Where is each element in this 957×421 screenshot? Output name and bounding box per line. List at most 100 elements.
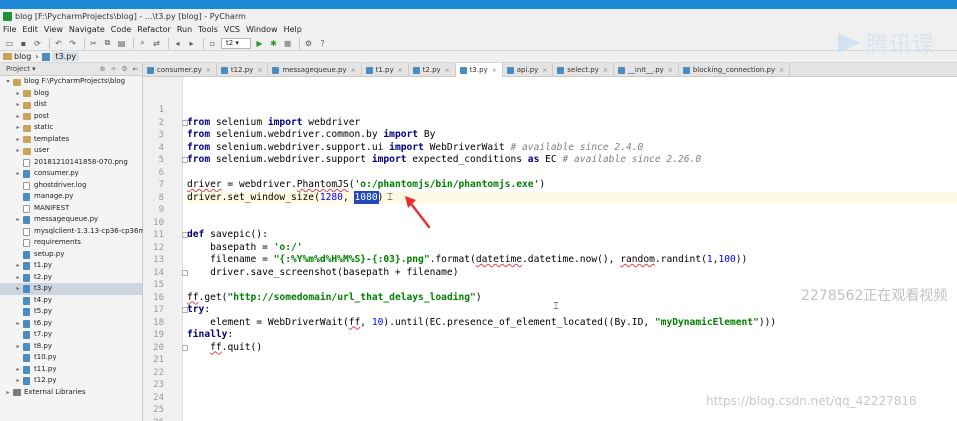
tree-item[interactable]: t7.py xyxy=(0,329,142,341)
menu-navigate[interactable]: Navigate xyxy=(69,25,105,34)
editor-tab[interactable]: __init__.py × xyxy=(614,63,679,77)
redo-icon[interactable]: ↷ xyxy=(67,38,78,49)
close-tab-icon[interactable]: × xyxy=(779,67,784,74)
sync-icon[interactable]: ⟳ xyxy=(32,38,43,49)
close-tab-icon[interactable]: × xyxy=(542,67,547,74)
chevron-down-icon[interactable]: ▾ xyxy=(4,76,12,88)
tree-item[interactable]: ▸ consumer.py xyxy=(0,168,142,180)
menu-vcs[interactable]: VCS xyxy=(224,25,240,34)
tree-item[interactable]: ▸ dist xyxy=(0,99,142,111)
open-folder-icon[interactable]: ▭ xyxy=(4,38,15,49)
chevron-right-icon[interactable]: ▸ xyxy=(14,260,22,272)
menu-view[interactable]: View xyxy=(44,25,63,34)
chevron-right-icon[interactable]: ▸ xyxy=(14,214,22,226)
tree-item[interactable]: ▾ blog F:\PycharmProjects\blog xyxy=(0,76,142,88)
tree-item[interactable]: ▸ t6.py xyxy=(0,318,142,330)
editor-tab[interactable]: t3.py × xyxy=(455,63,503,77)
back-icon[interactable]: ◂ xyxy=(172,38,183,49)
forward-icon[interactable]: ▸ xyxy=(186,38,197,49)
editor-tab[interactable]: api.py × xyxy=(503,63,554,77)
tree-item[interactable]: manage.py xyxy=(0,191,142,203)
menu-tools[interactable]: Tools xyxy=(198,25,218,34)
stop-icon[interactable]: ■ xyxy=(282,38,293,49)
tree-item[interactable]: ▸ blog xyxy=(0,88,142,100)
tree-item[interactable]: t4.py xyxy=(0,295,142,307)
code-line-7[interactable]: driver = webdriver.PhantomJS('o:/phantom… xyxy=(187,179,957,192)
menu-edit[interactable]: Edit xyxy=(22,25,38,34)
replace-icon[interactable]: ⇄ xyxy=(151,38,162,49)
fold-marker-icon[interactable] xyxy=(182,307,188,313)
tree-item[interactable]: ▸ t1.py xyxy=(0,260,142,272)
breadcrumb-blog[interactable]: blog xyxy=(14,52,31,61)
close-tab-icon[interactable]: × xyxy=(668,67,673,74)
run-config-select[interactable]: t2 ▾ xyxy=(221,37,251,49)
chevron-right-icon[interactable]: ▸ xyxy=(14,341,22,353)
tree-item[interactable]: ▸ t2.py xyxy=(0,272,142,284)
code-line-17[interactable]: try: xyxy=(187,304,957,317)
gear-icon[interactable]: ⚙ xyxy=(120,65,129,73)
code-editor[interactable]: 1 2 3 4 5 6 7 8 9 10 11 12 13 14 15 16 17 18 19 20 21 22 23 24 2… xyxy=(143,77,957,421)
editor-tab[interactable]: messagequeue.py × xyxy=(268,63,362,77)
editor-tab[interactable]: t1.py × xyxy=(362,63,409,77)
paste-icon[interactable]: ▤ xyxy=(116,38,127,49)
code-line-3[interactable]: from selenium.webdriver.common.by import… xyxy=(187,129,957,142)
project-panel-title[interactable]: Project ▾ xyxy=(6,65,98,73)
close-tab-icon[interactable]: × xyxy=(603,67,608,74)
tree-item[interactable]: setup.py xyxy=(0,249,142,261)
chevron-right-icon[interactable]: ▸ xyxy=(14,318,22,330)
code-line-12[interactable]: basepath = 'o:/' xyxy=(187,242,957,255)
code-line-2[interactable]: from selenium import webdriver xyxy=(187,117,957,130)
menu-window[interactable]: Window xyxy=(246,25,278,34)
close-tab-icon[interactable]: × xyxy=(206,67,211,74)
hide-icon[interactable]: ⇤ xyxy=(131,65,140,73)
editor-tab[interactable]: t12.py × xyxy=(217,63,269,77)
code-line-11[interactable]: def savepic(): xyxy=(187,229,957,242)
help-icon[interactable]: ? xyxy=(317,38,328,49)
tree-item[interactable]: MANIFEST xyxy=(0,203,142,215)
chevron-right-icon[interactable]: ▸ xyxy=(14,168,22,180)
fold-marker-icon[interactable] xyxy=(182,119,188,126)
undo-icon[interactable]: ↶ xyxy=(53,38,64,49)
tree-item[interactable]: ▸ t3.py xyxy=(0,283,142,295)
chevron-right-icon[interactable]: ▸ xyxy=(14,122,22,134)
tree-item[interactable]: ▸ External Libraries xyxy=(0,387,142,399)
menu-run[interactable]: Run xyxy=(177,25,192,34)
chevron-right-icon[interactable]: ▸ xyxy=(14,88,22,100)
code-line-5[interactable]: from selenium.webdriver.support import e… xyxy=(187,154,957,167)
tree-item[interactable]: requirements xyxy=(0,237,142,249)
run-icon[interactable]: ▶ xyxy=(254,38,265,49)
chevron-right-icon[interactable]: ▸ xyxy=(4,387,12,399)
menu-refactor[interactable]: Refactor xyxy=(137,25,171,34)
tree-item[interactable]: ghostdriver.log xyxy=(0,180,142,192)
chevron-right-icon[interactable]: ▸ xyxy=(14,283,22,295)
tree-item[interactable]: 20181210141858-070.png xyxy=(0,157,142,169)
chevron-right-icon[interactable]: ▸ xyxy=(14,272,22,284)
close-tab-icon[interactable]: × xyxy=(445,67,450,74)
breadcrumb-t3[interactable]: t3.py xyxy=(52,52,80,61)
fold-marker-icon[interactable] xyxy=(182,157,188,163)
code-line-20[interactable]: ff.quit() xyxy=(187,342,957,355)
tree-item[interactable]: ▸ t11.py xyxy=(0,364,142,376)
tree-item[interactable]: t10.py xyxy=(0,352,142,364)
chevron-right-icon[interactable]: ▸ xyxy=(14,134,22,146)
chevron-right-icon[interactable]: ▸ xyxy=(14,375,22,387)
menu-help[interactable]: Help xyxy=(284,25,302,34)
tree-item[interactable]: ▸ templates xyxy=(0,134,142,146)
editor-tab[interactable]: blocking_connection.py × xyxy=(679,63,791,77)
fold-marker-icon[interactable] xyxy=(182,232,188,238)
settings-icon[interactable]: ⚙ xyxy=(303,38,314,49)
chevron-right-icon[interactable]: ▸ xyxy=(14,145,22,157)
editor-tab[interactable]: t2.py × xyxy=(409,63,456,77)
fold-marker-icon[interactable] xyxy=(182,269,188,276)
close-tab-icon[interactable]: × xyxy=(257,67,262,74)
tree-item[interactable]: ▸ t8.py xyxy=(0,341,142,353)
tree-item[interactable]: ▸ user xyxy=(0,145,142,157)
editor-tab[interactable]: select.py × xyxy=(553,63,614,77)
chevron-right-icon[interactable]: ▸ xyxy=(14,111,22,123)
code-line-18[interactable]: element = WebDriverWait(ff, 10).until(EC… xyxy=(187,317,957,330)
tree-item[interactable]: ▸ t12.py xyxy=(0,375,142,387)
chevron-right-icon[interactable]: ▸ xyxy=(14,99,22,111)
tree-item[interactable]: mysqlclient-1.3.13-cp36-cp36m-w xyxy=(0,226,154,238)
code-line-13[interactable]: filename = "{:%Y%m%d%H%M%S}-{:03}.png".f… xyxy=(187,254,957,267)
code-line-14[interactable]: driver.save_screenshot(basepath + filena… xyxy=(187,267,957,280)
